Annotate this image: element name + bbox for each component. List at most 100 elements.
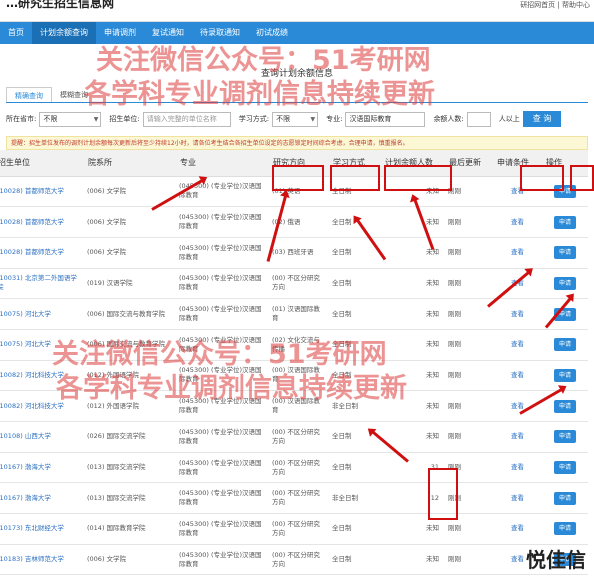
- annotation-box-action: [570, 165, 594, 191]
- cell-direction: (00) 不区分研究方向: [269, 513, 329, 545]
- apply-button[interactable]: 申请: [553, 399, 576, 413]
- cell-unit[interactable]: (10028) 首都师范大学: [0, 176, 84, 208]
- filter-bar: 所在省市: 不限 ▼ 招生单位: 请输入完整的单位名称 学习方式: 不限 ▼ 专业:…: [6, 110, 588, 128]
- cell-department: (013) 国际交流学院: [84, 482, 176, 515]
- count-label: 余额人数:: [433, 115, 464, 123]
- table-row: (10075) 河北大学 (006) 国际交流与教育学院 (045300) (专业学…: [0, 329, 588, 361]
- cell-unit[interactable]: (10028) 首都师范大学: [0, 206, 84, 238]
- col-major[interactable]: 专业: [176, 150, 269, 177]
- view-link[interactable]: 查看: [493, 329, 542, 361]
- table-row: (10075) 河北大学 (006) 国际交流与教育学院 (045300) (专业学…: [0, 298, 588, 330]
- cell-major: (045300) (专业学位)汉语国际教育: [176, 329, 269, 361]
- view-link[interactable]: 查看: [493, 513, 542, 545]
- header-links[interactable]: 研招网首页 | 帮助中心: [520, 0, 590, 10]
- cell-balance: 未知: [381, 268, 445, 300]
- cell-action: 申请: [542, 206, 588, 238]
- view-link[interactable]: 查看: [493, 298, 542, 330]
- view-link[interactable]: 查看: [493, 421, 542, 453]
- mode-select[interactable]: 不限 ▼: [272, 111, 319, 127]
- major-input[interactable]: 汉语国际教育: [345, 111, 426, 127]
- cell-action: 申请: [542, 329, 588, 361]
- plan-balance-table: 招生单位 院系所 专业 研究方向 学习方式 计划余额人数 最后更新 申请条件 操…: [0, 150, 588, 576]
- cell-major: (045300) (专业学位)汉语国际教育: [176, 390, 269, 422]
- cell-department: (012) 外国语学院: [84, 390, 176, 422]
- cell-direction: (02) 文化交流与传播: [269, 329, 329, 361]
- cell-mode: 非全日制: [329, 390, 381, 422]
- view-link[interactable]: 查看: [493, 452, 542, 484]
- apply-button[interactable]: 申请: [553, 246, 576, 260]
- main-nav: 首页 计划余额查询 申请调剂 复试通知 待录取通知 初试成绩: [0, 22, 594, 44]
- apply-button[interactable]: 申请: [553, 430, 576, 444]
- cell-unit[interactable]: (10173) 东北财经大学: [0, 513, 84, 545]
- apply-button[interactable]: 申请: [553, 215, 576, 229]
- cell-unit[interactable]: (10108) 山西大学: [0, 421, 84, 453]
- cell-mode: 全日制: [329, 268, 381, 300]
- view-link[interactable]: 查看: [493, 237, 542, 269]
- nav-home[interactable]: 首页: [0, 22, 32, 44]
- apply-button[interactable]: 申请: [553, 491, 576, 505]
- table-row: (10082) 河北科技大学 (012) 外国语学院 (045300) (专业学位)…: [0, 390, 588, 422]
- cell-major: (045300) (专业学位)汉语国际教育: [176, 482, 269, 515]
- cell-direction: (03) 西班牙语: [269, 237, 329, 269]
- cell-balance: 未知: [381, 237, 445, 269]
- cell-direction: (00) 不区分研究方向: [269, 452, 329, 484]
- cell-unit[interactable]: (10183) 吉林师范大学: [0, 544, 84, 576]
- cell-action: 申请: [542, 513, 588, 545]
- nav-exam-score[interactable]: 初试成绩: [248, 22, 296, 44]
- cell-mode: 全日制: [329, 513, 381, 545]
- unit-label: 招生单位:: [109, 115, 140, 123]
- apply-button[interactable]: 申请: [553, 276, 576, 290]
- province-select[interactable]: 不限 ▼: [39, 111, 102, 127]
- cell-unit[interactable]: (10167) 渤海大学: [0, 482, 84, 515]
- cell-updated: 刚刚: [445, 176, 493, 208]
- nav-admission-notice[interactable]: 待录取通知: [192, 22, 248, 44]
- table-row: (10082) 河北科技大学 (012) 外国语学院 (045300) (专业学位)…: [0, 360, 588, 392]
- cell-major: (045300) (专业学位)汉语国际教育: [176, 360, 269, 392]
- cell-updated: 刚刚: [445, 421, 493, 453]
- view-link[interactable]: 查看: [493, 482, 542, 515]
- tab-fuzzy-query[interactable]: 模糊查询: [52, 87, 96, 102]
- view-link[interactable]: 查看: [493, 360, 542, 392]
- cell-unit[interactable]: (10031) 北京第二外国语学院: [0, 268, 84, 300]
- apply-button[interactable]: 申请: [553, 522, 576, 536]
- apply-button[interactable]: 申请: [553, 461, 576, 475]
- annotation-box-balance: [384, 165, 452, 191]
- count-input[interactable]: [466, 111, 491, 127]
- annotation-box-mode: [330, 165, 380, 191]
- annotation-box-numbers: [428, 468, 458, 520]
- cell-unit[interactable]: (10075) 河北大学: [0, 329, 84, 361]
- col-unit[interactable]: 招生单位: [0, 150, 84, 177]
- major-label: 专业:: [326, 115, 343, 123]
- col-department[interactable]: 院系所: [84, 150, 176, 177]
- nav-apply-adjust[interactable]: 申请调剂: [96, 22, 144, 44]
- site-header: …研究生招生信息网 研招网首页 | 帮助中心: [0, 0, 594, 22]
- page-title: 查询计划余额信息: [260, 69, 333, 79]
- cell-direction: (00) 不区分研究方向: [269, 482, 329, 515]
- chevron-down-icon: ▼: [310, 115, 316, 123]
- cell-mode: 全日制: [329, 329, 381, 361]
- table-row: (10167) 渤海大学 (013) 国际交流学院 (045300) (专业学位)汉…: [0, 452, 588, 484]
- annotation-box-conditions: [520, 165, 564, 191]
- tab-exact-query[interactable]: 精确查询: [6, 87, 52, 102]
- cell-balance: 未知: [381, 206, 445, 238]
- notice-banner: 提醒：招生单位发布的调剂计划余额每次更新后将至少持续12小时，请各位考生结合各招…: [6, 136, 588, 150]
- nav-retest-notice[interactable]: 复试通知: [144, 22, 192, 44]
- cell-unit[interactable]: (10082) 河北科技大学: [0, 360, 84, 392]
- apply-button[interactable]: 申请: [553, 368, 576, 382]
- cell-direction: (00) 不区分研究方向: [269, 268, 329, 300]
- cell-department: (006) 文学院: [84, 237, 176, 269]
- cell-unit[interactable]: (10075) 河北大学: [0, 298, 84, 330]
- unit-input[interactable]: 请输入完整的单位名称: [142, 111, 231, 127]
- table-row: (10183) 吉林师范大学 (006) 文学院 (045300) (专业学位)汉语…: [0, 544, 588, 576]
- view-link[interactable]: 查看: [493, 206, 542, 238]
- table-row: (10028) 首都师范大学 (006) 文学院 (045300) (专业学位)汉语…: [0, 237, 588, 269]
- search-button[interactable]: 查 询: [522, 111, 562, 127]
- cell-mode: 非全日制: [329, 482, 381, 515]
- cell-unit[interactable]: (10082) 河北科技大学: [0, 390, 84, 422]
- mode-label: 学习方式:: [238, 115, 270, 123]
- cell-unit[interactable]: (10028) 首都师范大学: [0, 237, 84, 269]
- cell-unit[interactable]: (10167) 渤海大学: [0, 452, 84, 484]
- nav-plan-balance[interactable]: 计划余额查询: [32, 22, 96, 44]
- cell-balance: 未知: [381, 329, 445, 361]
- apply-button[interactable]: 申请: [553, 338, 576, 352]
